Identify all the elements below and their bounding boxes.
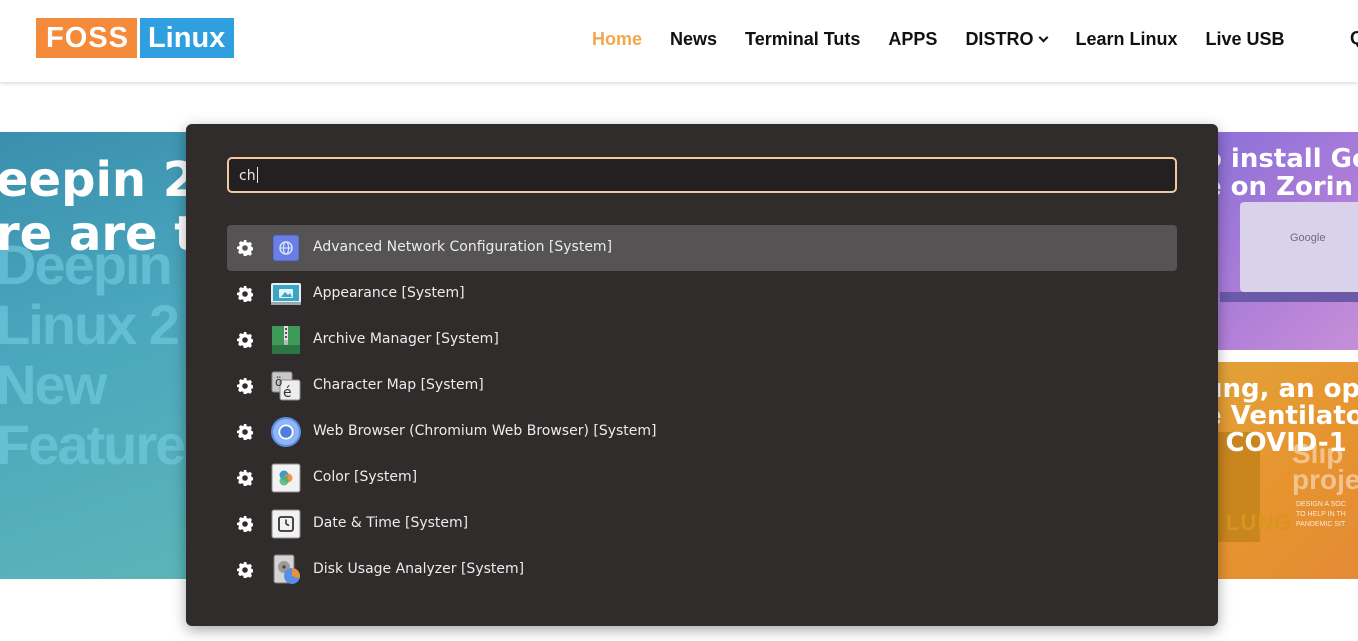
result-label: Advanced Network Configuration [System]	[313, 239, 613, 255]
result-label: Disk Usage Analyzer [System]	[313, 561, 525, 577]
result-row[interactable]: ö é Character Map [System]	[227, 363, 1177, 409]
nav-item-news[interactable]: News	[670, 29, 717, 50]
result-row[interactable]: Disk Usage Analyzer [System]	[227, 547, 1177, 593]
card-illustration-bar	[1220, 292, 1358, 302]
card-watermark-line: Linux 2	[0, 293, 180, 356]
character-map-icon: ö é	[271, 371, 301, 401]
card-title-line: eepin 20	[0, 152, 200, 208]
launcher-search-value: ch	[239, 167, 258, 184]
gear-icon	[237, 286, 253, 302]
search-icon[interactable]: Q	[1350, 28, 1358, 49]
logo-linux-text: Linux	[139, 18, 235, 58]
result-label: Archive Manager [System]	[313, 331, 499, 347]
article-card-ventilator[interactable]: LUNG Slip proje DESIGN A SOC TO HELP IN …	[1200, 362, 1358, 579]
card-overlay-text: proje	[1292, 464, 1358, 495]
network-icon	[273, 235, 299, 261]
nav-item-learn-linux[interactable]: Learn Linux	[1075, 29, 1177, 50]
result-row[interactable]: Date & Time [System]	[227, 501, 1177, 547]
card-logo-text: LUNG	[1226, 510, 1293, 535]
article-card-zorin[interactable]: Google o install Go e on Zorin	[1200, 132, 1358, 350]
chromium-icon	[271, 417, 301, 447]
card-illustration	[1240, 202, 1358, 292]
result-label: Date & Time [System]	[313, 515, 469, 531]
archive-icon	[272, 326, 300, 354]
nav-item-home[interactable]: Home	[592, 29, 642, 50]
site-logo[interactable]: FOSS Linux	[36, 18, 235, 58]
launcher-search-input[interactable]: ch	[227, 157, 1177, 193]
result-label: Web Browser (Chromium Web Browser) [Syst…	[313, 423, 657, 439]
main-nav: Home News Terminal Tuts APPS DISTRO Lear…	[592, 28, 1313, 50]
text-caret	[256, 167, 258, 183]
card-watermark-line: New	[0, 353, 107, 416]
gear-icon	[237, 562, 253, 578]
card-title-line: e on Zorin	[1204, 172, 1354, 202]
gear-icon	[237, 378, 253, 394]
search-query-text: ch	[239, 168, 256, 184]
result-label: Color [System]	[313, 469, 418, 485]
launcher-results: Advanced Network Configuration [System] …	[227, 225, 1177, 593]
result-row[interactable]: Archive Manager [System]	[227, 317, 1177, 363]
card-watermark-line: Feature	[0, 413, 186, 476]
nav-item-terminal-tuts[interactable]: Terminal Tuts	[745, 29, 860, 50]
gear-icon	[237, 516, 253, 532]
card-illustration-text: Google	[1290, 232, 1326, 244]
site-header: FOSS Linux Home News Terminal Tuts APPS …	[0, 0, 1358, 82]
nav-item-live-usb[interactable]: Live USB	[1205, 29, 1284, 50]
result-row[interactable]: Advanced Network Configuration [System]	[227, 225, 1177, 271]
article-card-deepin[interactable]: Deepin Linux 2 New Feature eepin 20 re a…	[0, 132, 200, 579]
gear-icon	[237, 240, 253, 256]
app-launcher: ch Advanced Network Configuration [Syste…	[186, 124, 1218, 626]
result-row[interactable]: Color [System]	[227, 455, 1177, 501]
result-label: Appearance [System]	[313, 285, 465, 301]
chevron-down-icon	[1039, 32, 1049, 42]
svg-text:é: é	[283, 385, 292, 401]
gear-icon	[237, 332, 253, 348]
gear-icon	[237, 470, 253, 486]
nav-item-distro-label: DISTRO	[965, 28, 1034, 49]
card-title-line: re are t	[0, 206, 198, 262]
card-title-line: ung, an op	[1204, 374, 1358, 404]
card-title-line: o install Go	[1204, 144, 1358, 174]
appearance-icon	[271, 283, 301, 305]
result-row[interactable]: Web Browser (Chromium Web Browser) [Syst…	[227, 409, 1177, 455]
card-title-line: t COVID-1	[1204, 428, 1347, 458]
svg-text:ö: ö	[275, 375, 282, 389]
clock-icon	[271, 509, 301, 539]
logo-foss-text: FOSS	[36, 18, 137, 58]
result-label: Character Map [System]	[313, 377, 484, 393]
nav-item-distro[interactable]: DISTRO	[965, 28, 1049, 50]
result-row[interactable]: Appearance [System]	[227, 271, 1177, 317]
nav-item-apps[interactable]: APPS	[888, 29, 937, 50]
color-icon	[271, 463, 301, 493]
card-small-text: DESIGN A SOC TO HELP IN TH PANDEMIC SIT	[1296, 501, 1346, 528]
disk-usage-icon	[273, 554, 300, 584]
card-title-line: e Ventilato	[1204, 401, 1358, 431]
gear-icon	[237, 424, 253, 440]
